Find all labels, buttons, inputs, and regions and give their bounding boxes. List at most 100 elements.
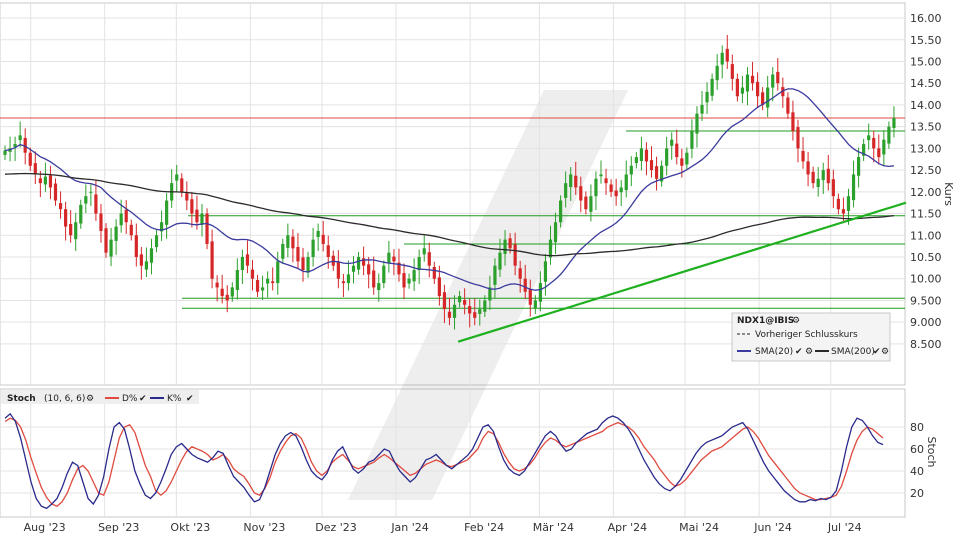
x-tick-label: Aug '23 — [24, 521, 66, 534]
stoch-legend: Stoch (10, 6, 6) ⚙ D% ✔ K% ✔ — [1, 390, 199, 404]
candle-body — [528, 289, 532, 305]
candlesticks — [3, 34, 896, 330]
candle-body — [129, 224, 133, 236]
candle-body — [710, 78, 714, 96]
stoch-axis-label: Stoch — [925, 436, 938, 467]
candle-body — [58, 203, 63, 210]
candle-body — [69, 223, 73, 236]
candle-body — [99, 213, 103, 231]
candle-body — [614, 190, 618, 197]
candle-body — [255, 280, 260, 292]
legend-sma20-label: SMA(20) — [755, 347, 793, 357]
candle-body — [276, 261, 280, 284]
stoch-tick-label: 20 — [910, 487, 924, 500]
stoch-params: (10, 6, 6) — [44, 394, 85, 404]
candle-body — [301, 257, 305, 271]
candle-body — [200, 213, 204, 225]
candle-body — [816, 178, 820, 188]
legend-sma200-settings-icon[interactable]: ⚙ — [881, 347, 889, 357]
candle-body — [836, 198, 840, 210]
candle-body — [463, 300, 467, 305]
x-tick-label: Apr '24 — [608, 521, 648, 534]
candle-body — [892, 117, 896, 128]
candle-body — [518, 268, 522, 279]
candle-body — [771, 74, 775, 88]
candle-body — [558, 200, 563, 223]
candle-body — [250, 269, 255, 279]
candle-body — [675, 143, 679, 158]
candle-body — [665, 148, 669, 166]
candle-body — [53, 183, 58, 201]
chart-root: 8.500 9.000 9.500 10.00 10.50 11.00 11.50 12.00… — [0, 0, 960, 540]
candle-body — [548, 239, 553, 258]
candle-body — [856, 157, 861, 176]
stoch-k-check-icon[interactable]: ✔ — [186, 394, 194, 404]
stock-chart-svg: 8.500 9.000 9.500 10.00 10.50 11.00 11.50 12.00… — [0, 2, 955, 534]
candle-body — [503, 239, 507, 254]
candle-body — [38, 178, 42, 184]
stoch-d-check-icon[interactable]: ✔ — [139, 394, 147, 404]
candle-body — [634, 157, 638, 164]
candle-body — [245, 254, 250, 266]
candle-body — [28, 152, 32, 166]
candle-body — [225, 294, 229, 301]
candle-body — [260, 287, 265, 291]
candle-body — [599, 174, 603, 177]
candle-body — [281, 243, 285, 259]
candle-body — [33, 163, 37, 175]
candle-body — [821, 170, 825, 181]
candle-body — [235, 270, 239, 291]
x-tick-label: Sep '23 — [98, 521, 139, 534]
candle-body — [730, 64, 734, 79]
candle-body — [296, 247, 300, 262]
candle-body — [639, 148, 644, 161]
sma20-line — [4, 88, 894, 291]
candle-body — [791, 112, 795, 131]
stoch-tick-label: 40 — [910, 465, 924, 478]
candle-body — [725, 48, 729, 62]
candle-body — [513, 244, 517, 266]
candle-body — [705, 91, 709, 103]
price-tick-label: 9.000 — [910, 316, 942, 329]
x-tick-label: Mai '24 — [679, 521, 719, 534]
candle-body — [356, 257, 361, 270]
price-tick-label: 13.50 — [910, 121, 942, 134]
candle-body — [811, 171, 815, 184]
candle-body — [109, 239, 113, 257]
candle-body — [412, 270, 416, 282]
legend-sma200-check-icon[interactable]: ✔ — [873, 347, 881, 357]
candle-body — [392, 256, 396, 262]
candle-body — [341, 281, 346, 284]
candle-body — [685, 152, 689, 165]
candle-body — [407, 278, 411, 284]
legend-sma20-check-icon[interactable]: ✔ — [795, 347, 803, 357]
candle-body — [609, 184, 613, 192]
candle-body — [154, 235, 159, 248]
candle-body — [351, 265, 356, 272]
candle-body — [447, 311, 452, 318]
candle-body — [3, 150, 7, 155]
candle-body — [432, 266, 436, 279]
candle-body — [134, 235, 138, 257]
candle-body — [185, 193, 189, 201]
candle-body — [629, 165, 633, 175]
candle-body — [786, 97, 790, 114]
x-tick-label: Dez '23 — [315, 521, 357, 534]
candle-body — [205, 213, 209, 244]
stoch-settings-icon[interactable]: ⚙ — [86, 394, 94, 404]
stoch-tick-label: 80 — [910, 421, 924, 434]
candle-body — [533, 300, 537, 309]
candle-body — [215, 282, 219, 288]
candle-body — [336, 261, 340, 279]
price-tick-label: 13.00 — [910, 142, 942, 155]
candle-body — [144, 261, 149, 270]
candle-body — [745, 74, 750, 92]
candle-body — [877, 148, 881, 158]
legend-sma20-settings-icon[interactable]: ⚙ — [805, 347, 813, 357]
legend-symbol: NDX1@IBIS — [737, 316, 794, 326]
x-tick-label: Feb '24 — [464, 521, 504, 534]
x-tick-label: Mär '24 — [533, 521, 574, 534]
candle-body — [523, 278, 527, 292]
legend-symbol-settings-icon[interactable]: ⚙ — [792, 316, 800, 326]
candle-body — [149, 248, 154, 263]
